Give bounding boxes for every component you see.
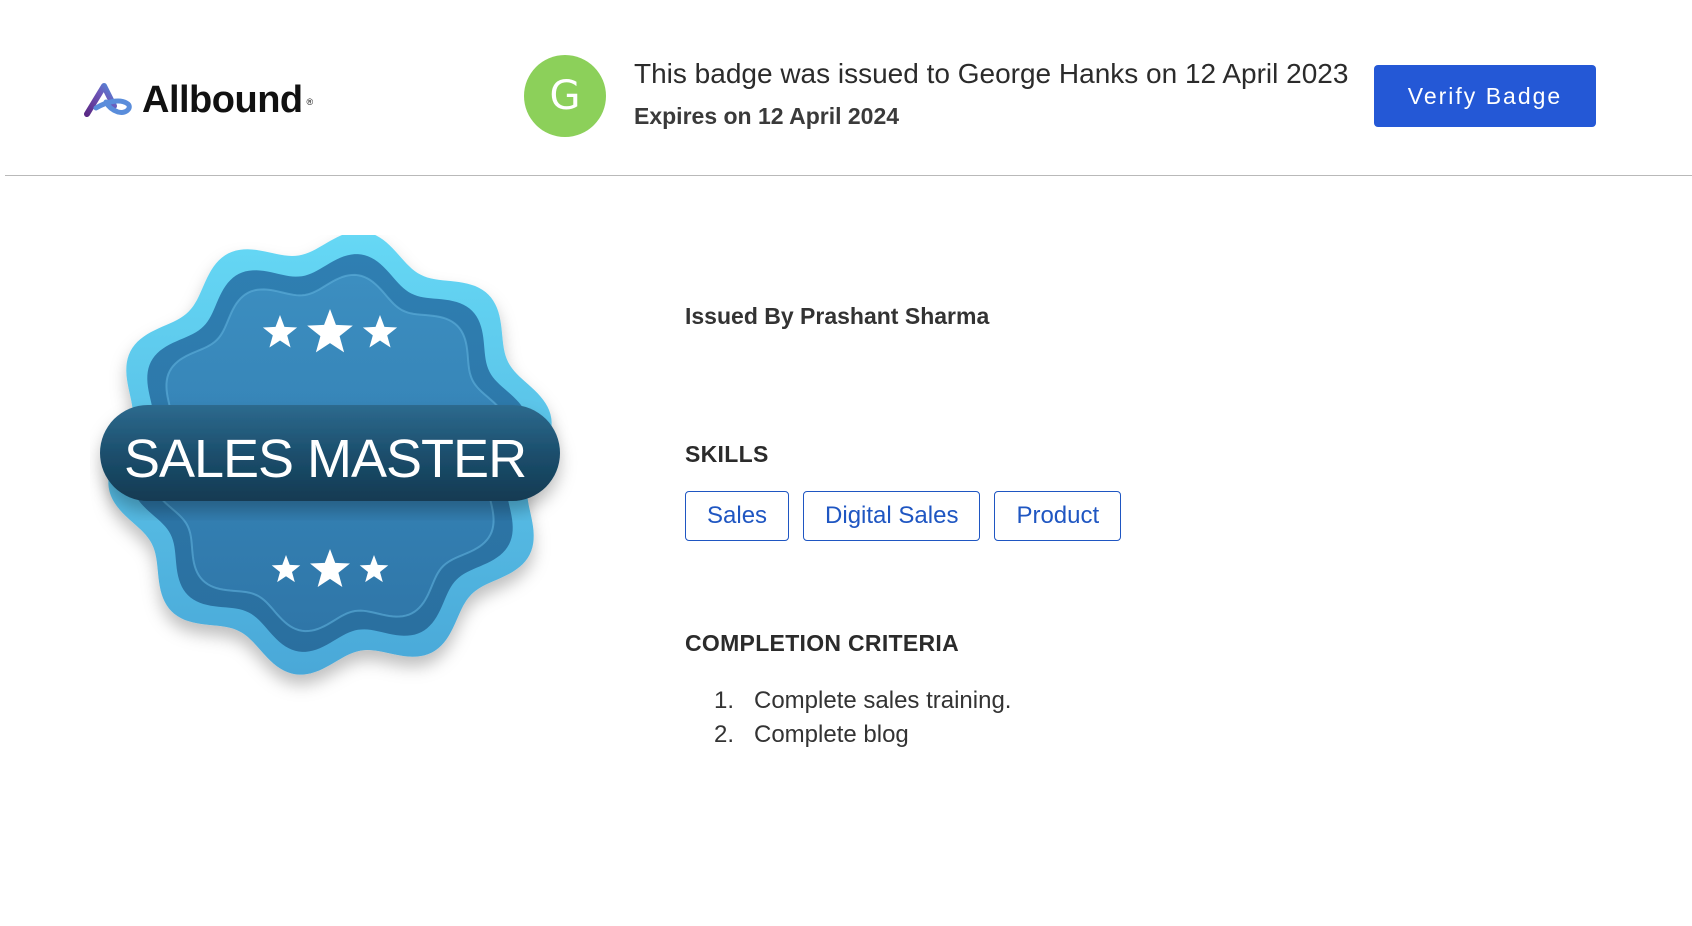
avatar-initial: G (549, 73, 581, 119)
skill-chip[interactable]: Sales (685, 491, 790, 541)
header: Allbound ® G This badge was issued to Geo… (0, 0, 1692, 176)
issued-by-text: Issued By Prashant Sharma (685, 303, 990, 329)
issued-to-text: This badge was issued to George Hanks on… (634, 58, 1349, 89)
logo-text: Allbound ® (142, 79, 313, 121)
verify-badge-button[interactable]: Verify Badge (1374, 65, 1596, 127)
criteria-number: 1. (714, 687, 735, 714)
allbound-logo-icon (84, 83, 132, 117)
criteria-text: Complete sales training. (754, 687, 1012, 714)
sales-master-badge-image: SALES MASTER (100, 235, 560, 675)
criteria-item: 2. Complete blog (714, 718, 1011, 752)
expiry-text: Expires on 12 April 2024 (634, 103, 900, 129)
criteria-text: Complete blog (754, 721, 909, 748)
header-divider (5, 175, 1692, 176)
completion-criteria-heading: COMPLETION CRITERIA (685, 630, 960, 656)
criteria-item: 1. Complete sales training. (714, 684, 1011, 718)
recipient-avatar: G (524, 55, 606, 137)
logo-wordmark: Allbound (142, 79, 303, 121)
badge-page: Allbound ® G This badge was issued to Geo… (0, 0, 1692, 926)
skills-list: Sales Digital Sales Product (685, 491, 1122, 541)
allbound-logo[interactable]: Allbound ® (84, 79, 313, 121)
skill-chip[interactable]: Digital Sales (803, 491, 981, 541)
badge-title: SALES MASTER (124, 429, 526, 489)
skills-heading: SKILLS (685, 441, 769, 467)
criteria-list: 1. Complete sales training. 2. Complete blo… (714, 684, 1011, 752)
criteria-number: 2. (714, 721, 735, 748)
registered-mark: ® (306, 97, 313, 107)
skill-chip[interactable]: Product (994, 491, 1122, 541)
